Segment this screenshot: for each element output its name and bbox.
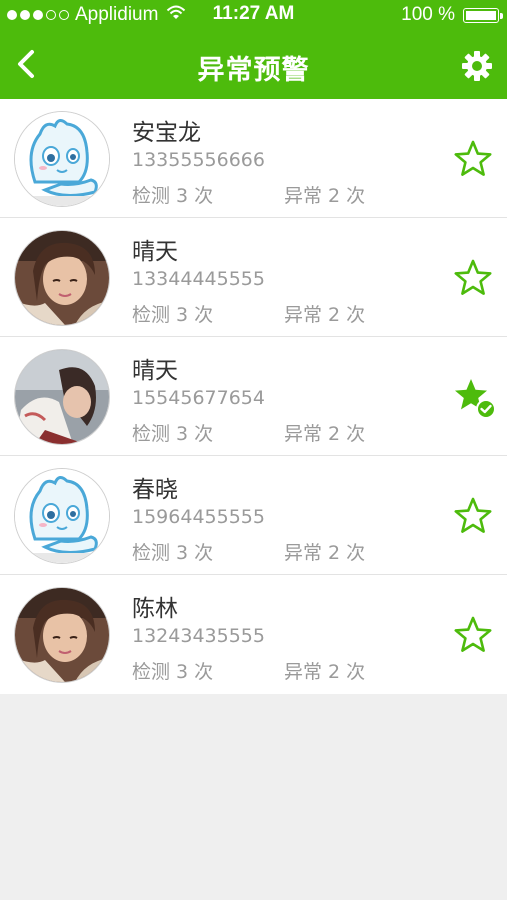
avatar xyxy=(14,230,110,326)
page-title: 异常预警 xyxy=(197,55,310,86)
starred-check-icon[interactable] xyxy=(453,377,496,419)
check-count: 检测 3 次 xyxy=(132,661,214,683)
avatar xyxy=(14,587,110,683)
contact-phone: 13344445555 xyxy=(132,268,265,290)
avatar xyxy=(14,349,110,445)
anomaly-count: 异常 2 次 xyxy=(284,661,366,683)
star-icon[interactable] xyxy=(453,139,493,179)
avatar xyxy=(14,468,110,564)
contact-name: 陈林 xyxy=(132,596,178,622)
gear-icon xyxy=(462,51,492,81)
list-item[interactable]: 安宝龙 13355556666 检测 3 次 异常 2 次 xyxy=(0,99,507,218)
avatar xyxy=(14,111,110,207)
star-icon[interactable] xyxy=(453,258,493,298)
check-count: 检测 3 次 xyxy=(132,304,214,326)
settings-button[interactable] xyxy=(457,46,497,86)
anomaly-count: 异常 2 次 xyxy=(284,542,366,564)
header-bar: Applidium 11:27 AM 100 % 异常预警 xyxy=(0,0,507,99)
check-count: 检测 3 次 xyxy=(132,542,214,564)
contact-phone: 15964455555 xyxy=(132,506,265,528)
list-item[interactable]: 春晓 15964455555 检测 3 次 异常 2 次 xyxy=(0,456,507,575)
contact-name: 晴天 xyxy=(132,358,178,384)
contact-list: 安宝龙 13355556666 检测 3 次 异常 2 次 晴天 1334444… xyxy=(0,99,507,694)
list-item[interactable]: 晴天 13344445555 检测 3 次 异常 2 次 xyxy=(0,218,507,337)
anomaly-count: 异常 2 次 xyxy=(284,423,366,445)
anomaly-count: 异常 2 次 xyxy=(284,185,366,207)
status-bar: Applidium 11:27 AM 100 % xyxy=(0,0,507,30)
check-count: 检测 3 次 xyxy=(132,185,214,207)
anomaly-count: 异常 2 次 xyxy=(284,304,366,326)
list-item[interactable]: 晴天 15545677654 检测 3 次 异常 2 次 xyxy=(0,337,507,456)
contact-name: 晴天 xyxy=(132,239,178,265)
star-icon[interactable] xyxy=(453,615,493,655)
contact-name: 安宝龙 xyxy=(132,120,201,146)
battery-icon xyxy=(463,7,503,23)
battery-percentage: 100 % xyxy=(401,4,455,25)
navigation-bar: 异常预警 xyxy=(0,30,507,99)
list-item[interactable]: 陈林 13243435555 检测 3 次 异常 2 次 xyxy=(0,575,507,694)
contact-name: 春晓 xyxy=(132,477,178,503)
contact-phone: 13355556666 xyxy=(132,149,265,171)
contact-phone: 13243435555 xyxy=(132,625,265,647)
star-icon[interactable] xyxy=(453,496,493,536)
contact-phone: 15545677654 xyxy=(132,387,265,409)
check-count: 检测 3 次 xyxy=(132,423,214,445)
